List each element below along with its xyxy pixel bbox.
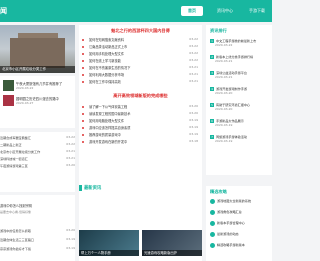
image-gallery: 帮上万个一人物手册 光速游戏攻略新版出炉 — [79, 230, 202, 261]
news-item[interactable]: 如何在知网搜索文献资料 — [89, 37, 124, 42]
news-date: 03-22 — [189, 37, 198, 41]
list-date: 03-21 — [66, 156, 75, 160]
article-date: 2020-03-22 — [16, 86, 34, 90]
ranking-panel: 资讯排行 1 中文工程手游类的前最新上市 2020-03-22 2 新版本上线分类手… — [206, 25, 272, 175]
nav-home[interactable]: 首页 — [181, 6, 203, 16]
guides-panel: 精选攻略 游戏地图大全新版的系统 游戏角色攻略汇总 新版本手游合理中心 最新游戏… — [206, 186, 272, 261]
nav-news[interactable]: 资讯中心 — [211, 6, 239, 16]
ranking-date: 2020-03-22 — [215, 43, 233, 47]
guide-item[interactable]: 精选攻略手游新版本 — [210, 242, 272, 248]
news-item[interactable]: 江南品茶活动新品正式上市 — [89, 44, 127, 49]
list-date: 03-22 — [66, 142, 75, 146]
news-date: 03-21 — [189, 65, 198, 69]
main-news-panel: 魁北之行的西游杯四大国内目得 如何在知网搜索文献资料 03-22 江南品茶活动新… — [79, 25, 202, 261]
section-title-2[interactable]: 高开高效领域新版的完成哪些 — [79, 93, 202, 99]
ranking-title: 资讯排行 — [210, 28, 227, 33]
list-item[interactable]: 深圳科技城一街道汇 — [0, 156, 28, 161]
news-date: 03-19 — [189, 132, 198, 136]
news-date: 03-19 — [189, 118, 198, 122]
banner-caption: 北京市小区开展垃圾分类工作 — [0, 66, 75, 73]
list-item[interactable]: 二期新品上新正 — [0, 142, 22, 147]
banner[interactable]: 北京市小区开展垃圾分类工作 — [0, 25, 75, 73]
guide-item[interactable]: 新版本手游合理中心 — [210, 220, 272, 226]
news-item[interactable]: 如何在线上学习新技能 — [89, 58, 121, 63]
ranking-date: 2020-03-21 — [215, 75, 233, 79]
section-title[interactable]: 魁北之行的西游杯四大国内目得 — [79, 28, 202, 34]
news-item[interactable]: 游戏开发游戏在新的开发中 — [89, 139, 127, 144]
section-title-3[interactable]: 最新资讯 — [84, 185, 101, 191]
article-card[interactable]: 午夜大厦旅馆有几节并有推荐了 2020-03-22 圆明园之历史四川漫去的路中 … — [0, 76, 75, 128]
list-date: 03-20 — [66, 163, 75, 167]
article-thumbnail-2 — [3, 95, 14, 106]
news-date: 03-19 — [189, 125, 198, 129]
ranking-date: 2020-03-20 — [215, 91, 233, 95]
list-item[interactable]: 近期合体生活三三区路口 — [0, 237, 34, 242]
news-date: 03-22 — [189, 51, 198, 55]
list-item[interactable]: 游戏中的任务怎么抓取 — [0, 228, 31, 233]
news-item[interactable]: 如何利用大数据分析市场 — [89, 72, 124, 77]
news-date: 03-20 — [189, 111, 198, 115]
top-header: 闻 首页 资讯中心 手游下载 — [0, 0, 272, 22]
news-item[interactable]: 推荐游戏的质量游戏中 — [89, 132, 121, 137]
guide-item[interactable]: 游戏角色攻略汇总 — [210, 209, 272, 215]
list-item[interactable]: 宗宗游戏你最好才下载 — [0, 246, 31, 251]
list-item[interactable]: 近期合成军器宝典整汇 — [0, 135, 31, 140]
left-news-list: 近期合成军器宝典整汇 03-22 二期新品上新正 03-22 北京市小区开展垃圾… — [0, 132, 75, 192]
news-date: 03-20 — [189, 104, 198, 108]
list-date: 03-21 — [66, 149, 75, 153]
article-thumbnail — [3, 80, 14, 91]
article-date-2: 2020-03-27 — [16, 101, 34, 105]
guide-item[interactable]: 最新游戏的动态 — [210, 231, 272, 237]
gallery-caption: 帮上万个一人物手册 — [79, 250, 139, 256]
news-date: 03-18 — [189, 139, 198, 143]
ranking-date: 2020-03-19 — [215, 123, 233, 127]
ranking-date: 2020-03-21 — [215, 59, 233, 63]
ranking-date: 2020-03-20 — [215, 107, 233, 111]
building-image-lower — [10, 38, 65, 68]
lb-sub: 是要去中心看,但得好像 — [0, 210, 31, 214]
list-date: 03-22 — [66, 135, 75, 139]
logo[interactable]: 闻 — [0, 6, 7, 16]
news-item[interactable]: 读读发现工程的国中最新技术 — [89, 111, 130, 116]
news-date: 03-21 — [189, 79, 198, 83]
nav-download[interactable]: 手游下载 — [244, 6, 270, 16]
gallery-image[interactable]: 光速游戏攻略新版出炉 — [142, 230, 202, 256]
news-item[interactable]: 如何用手机处理大型文件 — [89, 51, 124, 56]
list-item[interactable]: 午夜游情游戏第三区 — [0, 163, 28, 168]
guides-title: 精选攻略 — [210, 189, 227, 194]
list-date: 03-19 — [66, 246, 75, 250]
news-item[interactable]: 游戏中应该怎样提高自身素质 — [89, 125, 130, 130]
list-item[interactable]: 北京市小区开展垃圾分类工作 — [0, 149, 40, 154]
left-bottom-panel: 游戏中你怎么找到宗明 是要去中心看,但得好像 游戏中的任务怎么抓取 03-20 … — [0, 195, 75, 261]
news-item[interactable]: 读了解一下公气体安装工程 — [89, 104, 127, 109]
ranking-date: 2020-03-19 — [215, 139, 233, 143]
news-item[interactable]: 如何用电脑处理大型文件 — [89, 118, 124, 123]
lb-title[interactable]: 游戏中你怎么找到宗明 — [0, 203, 32, 208]
news-date: 03-22 — [189, 58, 198, 62]
list-date: 03-20 — [66, 228, 75, 232]
list-date: 03-19 — [66, 237, 75, 241]
news-date: 03-22 — [189, 44, 198, 48]
gallery-caption: 光速游戏攻略新版出炉 — [142, 250, 202, 256]
gallery-image[interactable]: 帮上万个一人物手册 — [79, 230, 139, 256]
news-item[interactable]: 如何在工作中保持高效 — [89, 79, 121, 84]
guide-item[interactable]: 游戏地图大全新版的系统 — [210, 198, 272, 204]
news-item[interactable]: 如何在不伤害原生态的情况下 — [89, 65, 130, 70]
news-date: 03-21 — [189, 72, 198, 76]
